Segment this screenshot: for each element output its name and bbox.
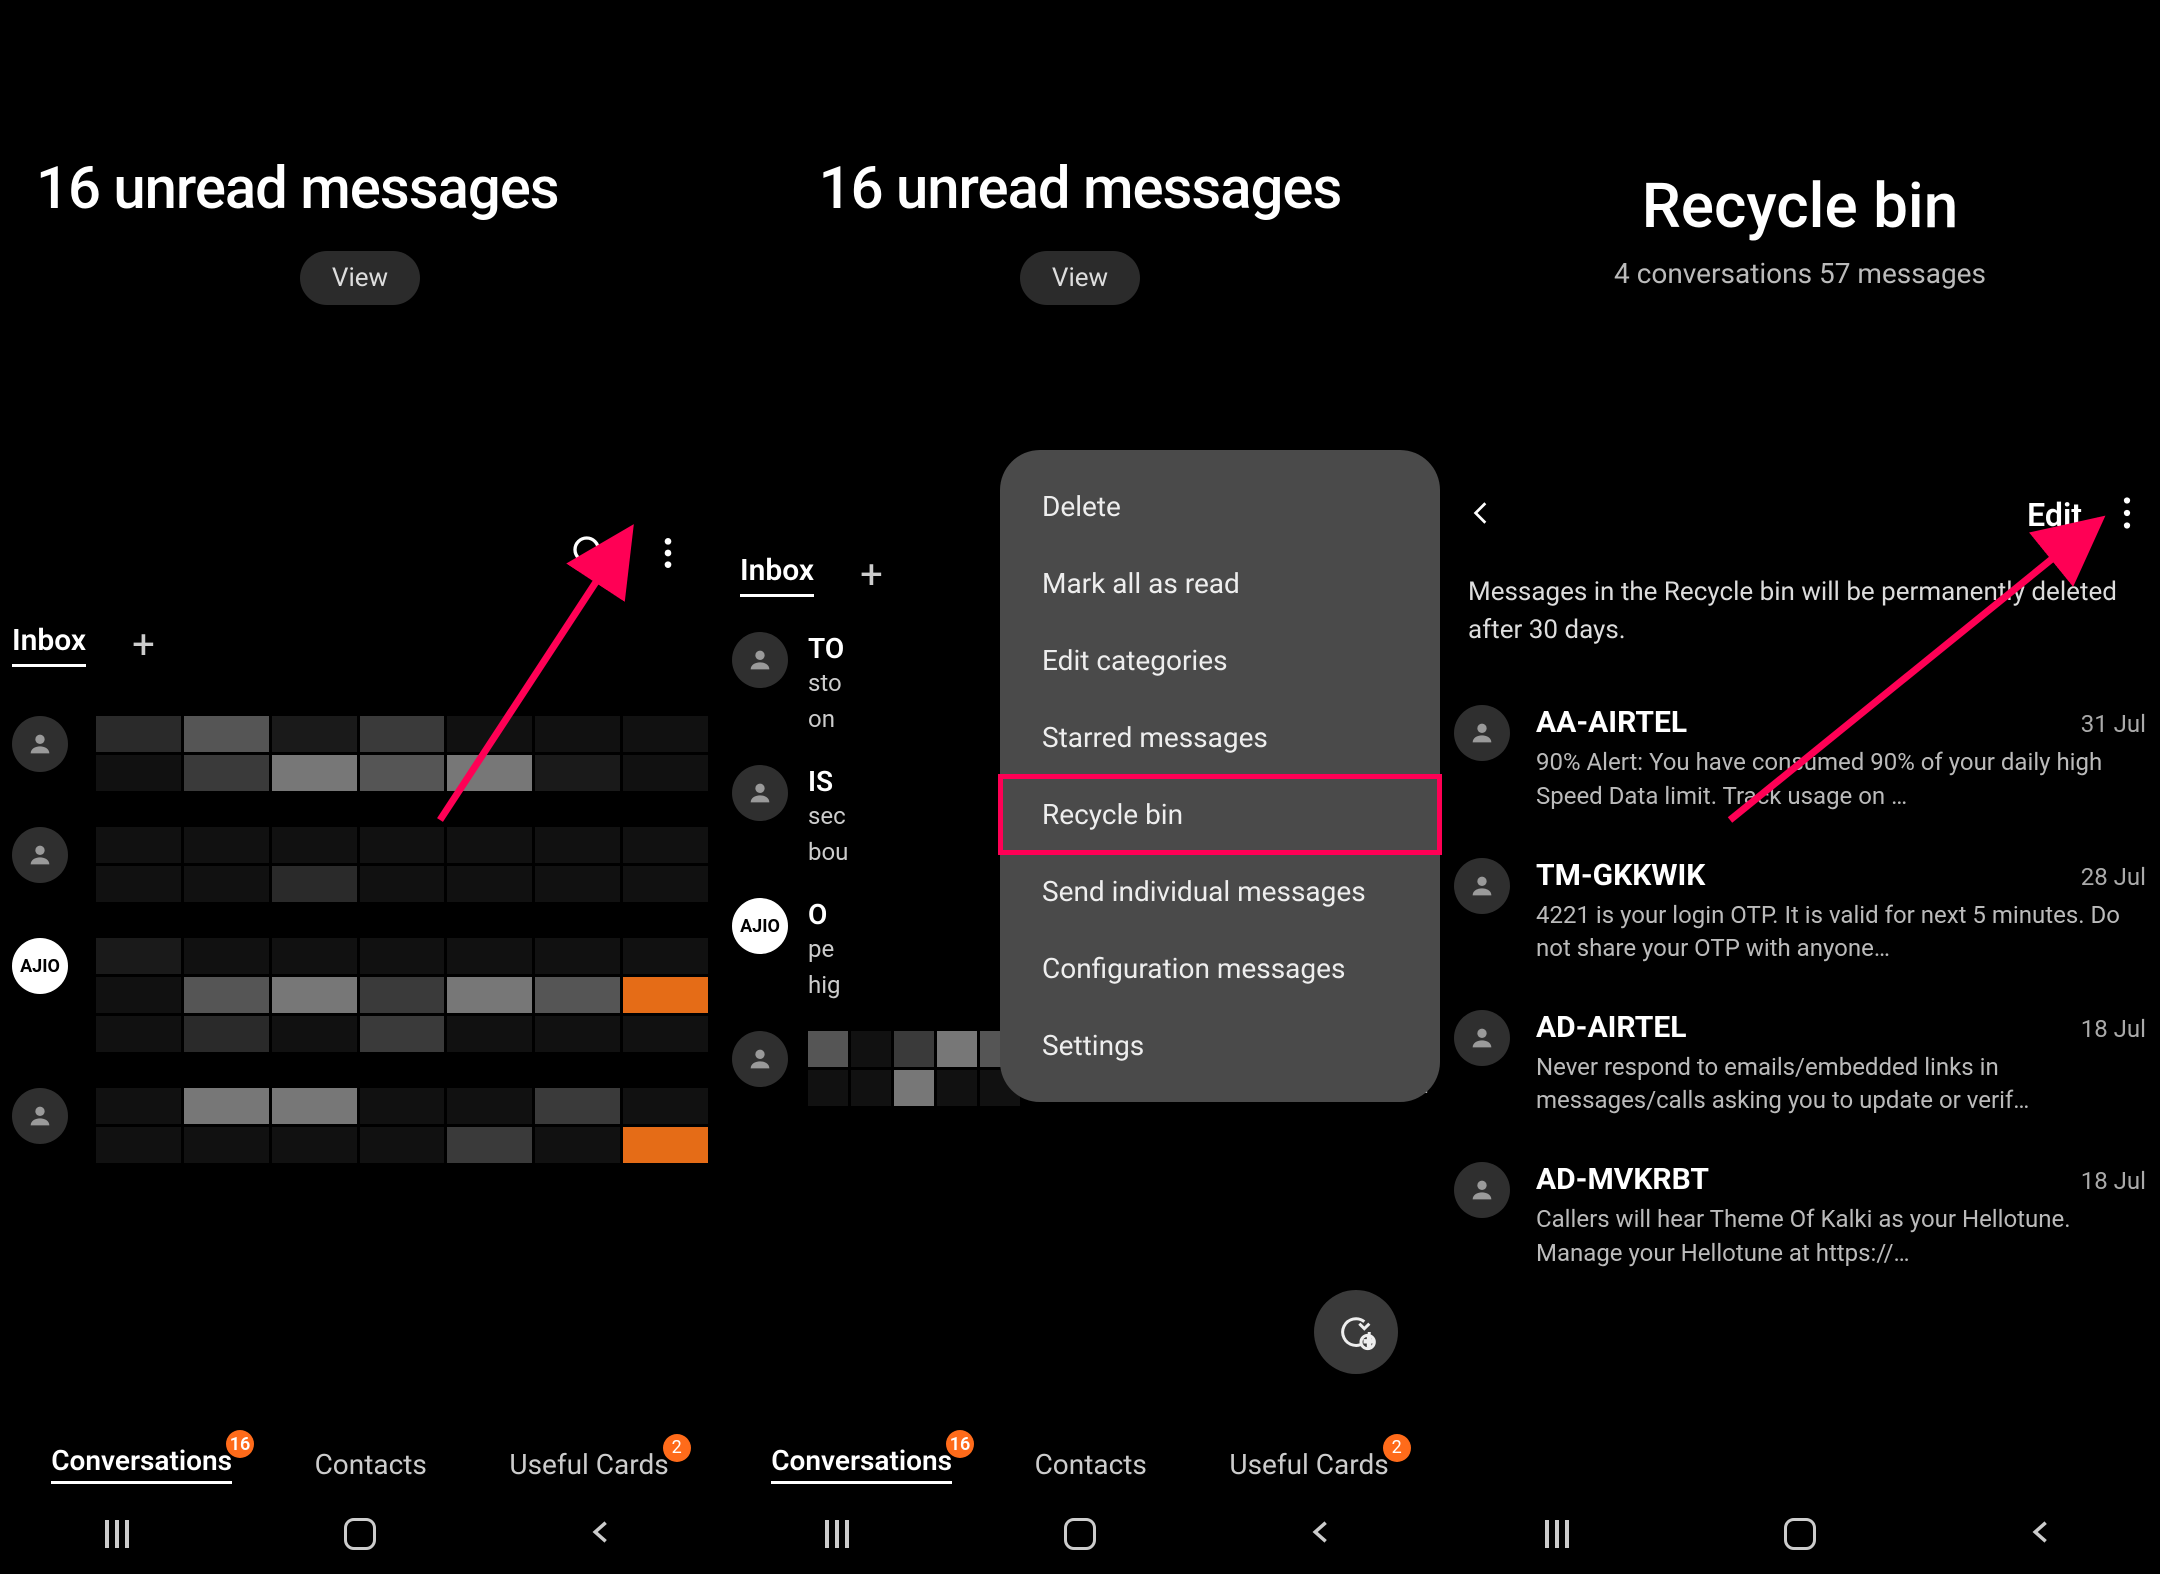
list-item[interactable]	[12, 809, 708, 920]
toolbar: Edit	[1440, 480, 2160, 550]
more-icon[interactable]	[2122, 495, 2132, 535]
nav-recent-icon[interactable]	[1545, 1520, 1573, 1548]
tab-useful-cards[interactable]: Useful Cards 2	[1229, 1448, 1388, 1481]
list-item[interactable]	[12, 698, 708, 809]
bottom-tabs: Conversations 16 Contacts Useful Cards 2	[720, 1412, 1440, 1494]
screen-menu-open: 16 unread messages View Inbox + TOstoon …	[720, 0, 1440, 1574]
preview: 4221 is your login OTP. It is valid for …	[1536, 899, 2146, 966]
menu-settings[interactable]: Settings	[1000, 1007, 1440, 1084]
sender: AA-AIRTEL	[1536, 705, 1687, 740]
nav-recent-icon[interactable]	[105, 1520, 133, 1548]
tab-useful-cards[interactable]: Useful Cards 2	[509, 1448, 668, 1481]
tab-conversations[interactable]: Conversations 16	[51, 1444, 232, 1484]
preview: Never respond to emails/embedded links i…	[1536, 1051, 2146, 1118]
recycle-title: Recycle bin	[1440, 170, 2160, 243]
menu-configuration[interactable]: Configuration messages	[1000, 930, 1440, 1007]
tab-contacts[interactable]: Contacts	[1035, 1448, 1147, 1481]
system-navbar	[1440, 1494, 2160, 1574]
add-category-icon[interactable]: +	[132, 621, 155, 668]
view-button[interactable]: View	[1020, 251, 1140, 305]
view-button[interactable]: View	[300, 251, 420, 305]
avatar	[12, 1088, 68, 1144]
date: 28 Jul	[2081, 863, 2146, 891]
menu-recycle-bin[interactable]: Recycle bin	[1000, 776, 1440, 853]
list-item[interactable]	[12, 1070, 708, 1181]
date: 31 Jul	[2081, 710, 2146, 738]
tab-contacts[interactable]: Contacts	[315, 1448, 427, 1481]
avatar	[732, 765, 788, 821]
sender: AD-AIRTEL	[1536, 1010, 1686, 1045]
list-item[interactable]: AD-MVKRBT 18 Jul Callers will hear Theme …	[1448, 1140, 2152, 1292]
tab-conversations[interactable]: Conversations 16	[771, 1444, 952, 1484]
screen-inbox: 16 unread messages View Inbox +	[0, 0, 720, 1574]
edit-button[interactable]: Edit	[2027, 496, 2082, 534]
avatar	[1454, 1010, 1510, 1066]
recycle-list: AA-AIRTEL 31 Jul 90% Alert: You have cons…	[1440, 673, 2160, 1302]
system-navbar	[0, 1494, 720, 1574]
nav-home-icon[interactable]	[1064, 1518, 1096, 1550]
search-icon[interactable]	[570, 533, 610, 577]
menu-delete[interactable]: Delete	[1000, 468, 1440, 545]
more-icon[interactable]	[648, 533, 688, 577]
date: 18 Jul	[2081, 1167, 2146, 1195]
nav-back-icon[interactable]	[2027, 1518, 2055, 1550]
avatar-ajio: AJIO	[732, 898, 788, 954]
nav-back-icon[interactable]	[587, 1518, 615, 1550]
avatar	[732, 632, 788, 688]
preview: 90% Alert: You have consumed 90% of your…	[1536, 746, 2146, 813]
sender: TM-GKKWIK	[1536, 858, 1705, 893]
tab-inbox[interactable]: Inbox	[12, 623, 86, 667]
avatar	[1454, 1162, 1510, 1218]
unread-title: 16 unread messages	[720, 155, 1440, 223]
tab-inbox[interactable]: Inbox	[740, 553, 814, 597]
redacted-content	[96, 827, 708, 902]
redacted-content	[96, 938, 708, 1052]
avatar	[732, 1031, 788, 1087]
list-item[interactable]: AJIO	[12, 920, 708, 1070]
list-item[interactable]: AD-AIRTEL 18 Jul Never respond to emails/…	[1448, 988, 2152, 1140]
nav-home-icon[interactable]	[344, 1518, 376, 1550]
header: 16 unread messages View	[0, 0, 720, 305]
sender: AD-MVKRBT	[1536, 1162, 1709, 1197]
compose-fab[interactable]: +	[1314, 1290, 1398, 1374]
svg-text:+: +	[1364, 1333, 1373, 1352]
avatar	[12, 716, 68, 772]
category-tabs: Inbox +	[0, 621, 720, 668]
avatar	[1454, 705, 1510, 761]
back-icon[interactable]	[1468, 493, 1494, 537]
menu-mark-read[interactable]: Mark all as read	[1000, 545, 1440, 622]
header: 16 unread messages View	[720, 0, 1440, 305]
preview: Callers will hear Theme Of Kalki as your…	[1536, 1203, 2146, 1270]
add-category-icon[interactable]: +	[860, 551, 883, 598]
screen-recycle-bin: Recycle bin 4 conversations 57 messages …	[1440, 0, 2160, 1574]
nav-back-icon[interactable]	[1307, 1518, 1335, 1550]
list-item[interactable]: TM-GKKWIK 28 Jul 4221 is your login OTP. …	[1448, 836, 2152, 988]
system-navbar	[720, 1494, 1440, 1574]
unread-title: 16 unread messages	[0, 155, 720, 223]
redacted-content	[96, 1088, 708, 1163]
badge: 16	[226, 1430, 254, 1458]
menu-edit-categories[interactable]: Edit categories	[1000, 622, 1440, 699]
message-list: AJIO	[0, 668, 720, 1412]
badge: 16	[946, 1430, 974, 1458]
date: 18 Jul	[2081, 1015, 2146, 1043]
badge: 2	[663, 1434, 691, 1462]
list-item[interactable]: AA-AIRTEL 31 Jul 90% Alert: You have cons…	[1448, 683, 2152, 835]
badge: 2	[1383, 1434, 1411, 1462]
overflow-menu: Delete Mark all as read Edit categories …	[1000, 450, 1440, 1102]
recycle-subtitle: 4 conversations 57 messages	[1440, 257, 2160, 290]
recycle-notice: Messages in the Recycle bin will be perm…	[1440, 550, 2160, 673]
nav-home-icon[interactable]	[1784, 1518, 1816, 1550]
nav-recent-icon[interactable]	[825, 1520, 853, 1548]
avatar-ajio: AJIO	[12, 938, 68, 994]
menu-send-individual[interactable]: Send individual messages	[1000, 853, 1440, 930]
redacted-content	[96, 716, 708, 791]
avatar	[12, 827, 68, 883]
menu-starred[interactable]: Starred messages	[1000, 699, 1440, 776]
avatar	[1454, 858, 1510, 914]
bottom-tabs: Conversations 16 Contacts Useful Cards 2	[0, 1412, 720, 1494]
toolbar	[0, 515, 720, 595]
header: Recycle bin 4 conversations 57 messages	[1440, 0, 2160, 290]
